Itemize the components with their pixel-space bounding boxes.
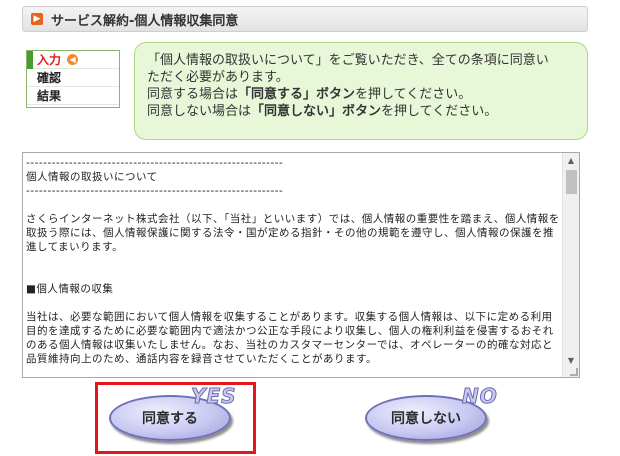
info-text: 同意しない場合は [147,104,252,119]
step-label: 結果 [37,89,62,103]
yes-badge: YES [191,384,237,409]
info-line: ただく必要があります。 [147,70,289,85]
info-line: 同意する場合は「同意する」ボタンを押してください。 [147,86,575,103]
info-text: を押してください。 [355,87,472,102]
step-input: 入力 ◀ [27,51,119,69]
arrow-left-icon: ◀ [67,54,79,65]
resize-grip-icon[interactable] [570,368,578,376]
scroll-up-icon[interactable]: ▲ [563,153,579,169]
step-result: 結果 [27,87,119,105]
scroll-thumb[interactable] [566,170,577,194]
vertical-scrollbar[interactable]: ▲ ▼ [562,153,579,377]
agree-button-label: 同意する [142,411,198,427]
terms-text: ----------------------------------------… [26,157,560,365]
info-message: 「個人情報の取扱いについて」をご覧いただき、全ての条項に同意い ただく必要があり… [134,42,588,140]
info-emphasis: 「同意する」ボタン [238,87,356,102]
info-text: 同意する場合は [147,87,239,102]
info-line: 「個人情報の取扱いについて」をご覧いただき、全ての条項に同意い [147,53,549,68]
info-emphasis: 「同意しない」ボタン [251,104,382,119]
info-text: を押してください。 [381,104,498,119]
step-label: 確認 [37,71,62,85]
page-title: サービス解約-個人情報収集同意 [51,13,239,29]
no-badge: NO [462,384,498,409]
terms-textarea[interactable]: ----------------------------------------… [22,152,580,378]
square-arrow-icon: ▶ [31,13,43,25]
step-confirm: 確認 [27,69,119,87]
scroll-down-icon[interactable]: ▼ [563,353,579,369]
step-label: 入力 [37,53,62,67]
page-header: ▶ サービス解約-個人情報収集同意 [22,6,588,32]
disagree-button-label: 同意しない [391,411,461,427]
info-line: 同意しない場合は「同意しない」ボタンを押してください。 [147,103,575,120]
step-indicator: 入力 ◀ 確認 結果 [26,50,120,108]
active-step-marker [27,51,33,69]
